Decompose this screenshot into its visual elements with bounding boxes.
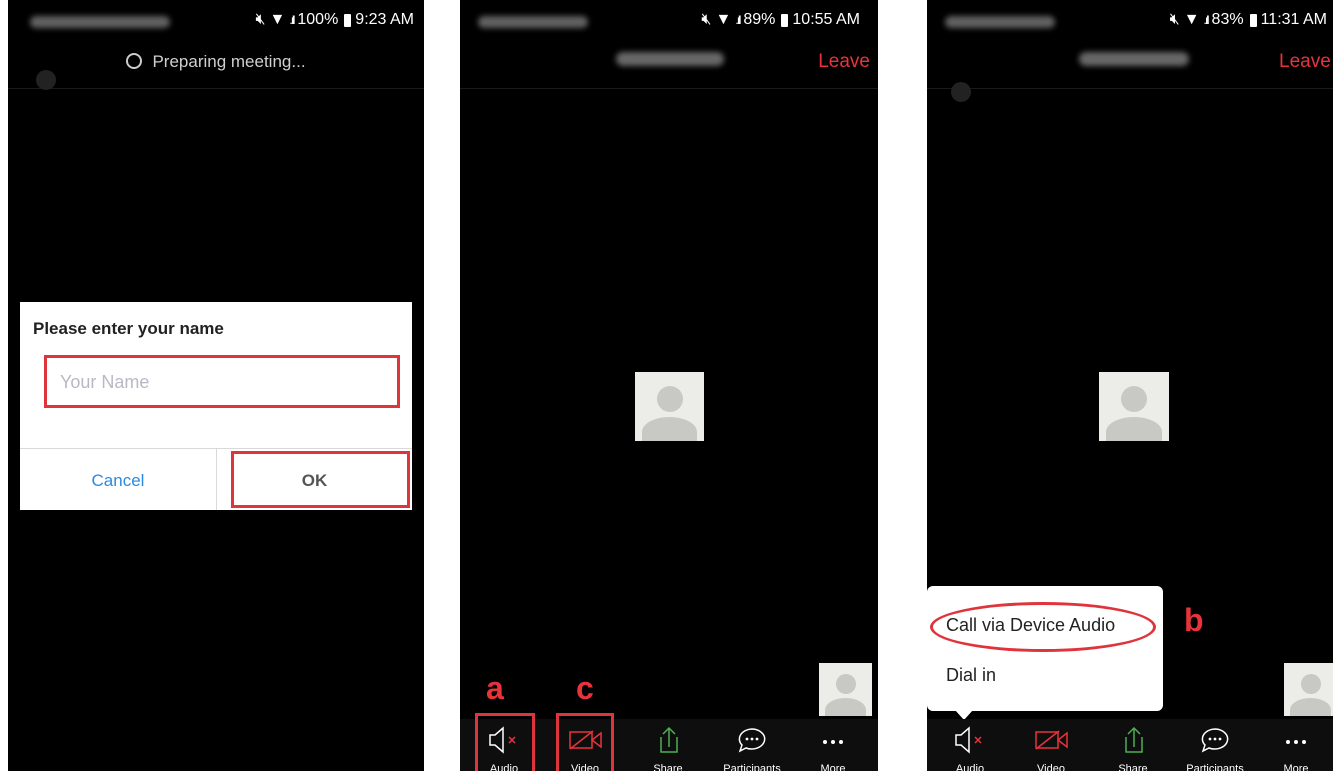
more-dots-icon <box>823 740 843 744</box>
participants-button[interactable]: Participants <box>1179 719 1251 771</box>
share-button[interactable]: Share <box>633 719 703 771</box>
battery-icon <box>781 13 789 27</box>
video-button[interactable]: Video <box>1016 719 1086 771</box>
top-bar: Preparing meeting... <box>8 44 424 89</box>
top-bar <box>927 44 1333 89</box>
participants-label: Participants <box>1186 763 1244 771</box>
carrier-info-blurred <box>30 16 170 28</box>
status-bar: 🔇︎ ▼ .ıll 100% 9:23 AM <box>8 0 424 44</box>
avatar-icon <box>1099 372 1169 441</box>
mute-icon: 🔇︎ <box>255 11 266 28</box>
video-label: Video <box>1037 763 1065 771</box>
participants-label: Participants <box>723 763 781 771</box>
top-bar <box>460 44 878 89</box>
wifi-icon: ▼ <box>269 11 286 28</box>
meeting-id-blurred <box>616 52 724 66</box>
signal-icon: .ıll <box>289 13 295 27</box>
dialog-title: Please enter your name <box>33 319 224 338</box>
avatar-icon <box>635 372 704 441</box>
dial-in-option[interactable]: Dial in <box>946 665 996 686</box>
meeting-toolbar: Audio Video Share Participants More <box>927 719 1333 771</box>
status-indicators: 🔇︎ ▼ .ıll 100% 9:23 AM <box>255 11 414 29</box>
highlight-device-audio <box>930 602 1156 652</box>
more-button[interactable]: More <box>798 719 868 771</box>
status-indicators: 🔇︎ ▼ .ıll 89% 10:55 AM <box>701 11 860 29</box>
participants-button[interactable]: Participants <box>716 719 788 771</box>
wifi-icon: ▼ <box>715 11 732 28</box>
audio-button[interactable]: Audio <box>935 719 1005 771</box>
audio-label: Audio <box>955 763 985 771</box>
faded-back-icon <box>951 82 971 102</box>
muted-speaker-icon <box>955 726 982 754</box>
share-label: Share <box>653 763 683 771</box>
wifi-icon: ▼ <box>1183 11 1200 28</box>
status-bar: 🔇︎ ▼ .ıll 83% 11:31 AM <box>927 0 1333 44</box>
phone-screen-audio-options: 🔇︎ ▼ .ıll 83% 11:31 AM Leave Call via De… <box>927 0 1333 771</box>
share-label: Share <box>1118 763 1148 771</box>
preparing-status: Preparing meeting... <box>8 52 424 72</box>
chat-bubble-icon <box>738 728 766 753</box>
share-button[interactable]: Share <box>1098 719 1168 771</box>
annotation-a: a <box>486 670 504 706</box>
annotation-c: c <box>576 670 594 706</box>
phone-screen-meeting: 🔇︎ ▼ .ıll 89% 10:55 AM Leave a c Audio V… <box>460 0 878 771</box>
carrier-info-blurred <box>478 16 588 28</box>
loading-spinner-icon <box>126 53 143 69</box>
more-button[interactable]: More <box>1261 719 1331 771</box>
more-label: More <box>820 763 846 771</box>
highlight-audio-button <box>475 713 535 771</box>
more-dots-icon <box>1286 740 1306 744</box>
clock: 10:55 AM <box>792 11 860 28</box>
cancel-button[interactable]: Cancel <box>20 471 216 491</box>
highlight-name-input <box>44 355 400 408</box>
more-label: More <box>1283 763 1309 771</box>
status-indicators: 🔇︎ ▼ .ıll 83% 11:31 AM <box>1170 11 1327 29</box>
self-video-thumbnail <box>819 663 872 716</box>
self-video-thumbnail <box>1284 663 1333 716</box>
highlight-ok-button <box>231 451 410 508</box>
meeting-id-blurred <box>1079 52 1189 66</box>
annotation-b: b <box>1184 602 1204 638</box>
carrier-info-blurred <box>945 16 1055 28</box>
highlight-video-button <box>556 713 614 771</box>
phone-screen-join-dialog: 🔇︎ ▼ .ıll 100% 9:23 AM Preparing meeting… <box>8 0 424 771</box>
share-icon <box>1125 726 1143 753</box>
battery-percent: 89% <box>743 11 776 28</box>
battery-icon <box>344 13 352 27</box>
clock: 9:23 AM <box>355 11 414 28</box>
battery-icon <box>1249 13 1257 27</box>
chat-bubble-icon <box>1201 728 1229 753</box>
video-off-icon <box>1035 730 1068 750</box>
status-bar: 🔇︎ ▼ .ıll 89% 10:55 AM <box>460 0 878 44</box>
mute-icon: 🔇︎ <box>1169 11 1180 28</box>
battery-percent: 83% <box>1211 11 1244 28</box>
preparing-text: Preparing meeting... <box>152 52 306 71</box>
enter-name-dialog: Please enter your name Your Name Cancel … <box>20 302 412 510</box>
leave-button[interactable]: Leave <box>1279 51 1331 73</box>
mute-icon: 🔇︎ <box>701 11 712 28</box>
faded-back-icon <box>36 70 56 90</box>
share-icon <box>660 726 678 753</box>
battery-percent: 100% <box>297 11 339 28</box>
signal-icon: .ıll <box>735 13 741 27</box>
signal-icon: .ıll <box>1203 13 1210 27</box>
clock: 11:31 AM <box>1260 11 1327 28</box>
leave-button[interactable]: Leave <box>818 51 870 73</box>
